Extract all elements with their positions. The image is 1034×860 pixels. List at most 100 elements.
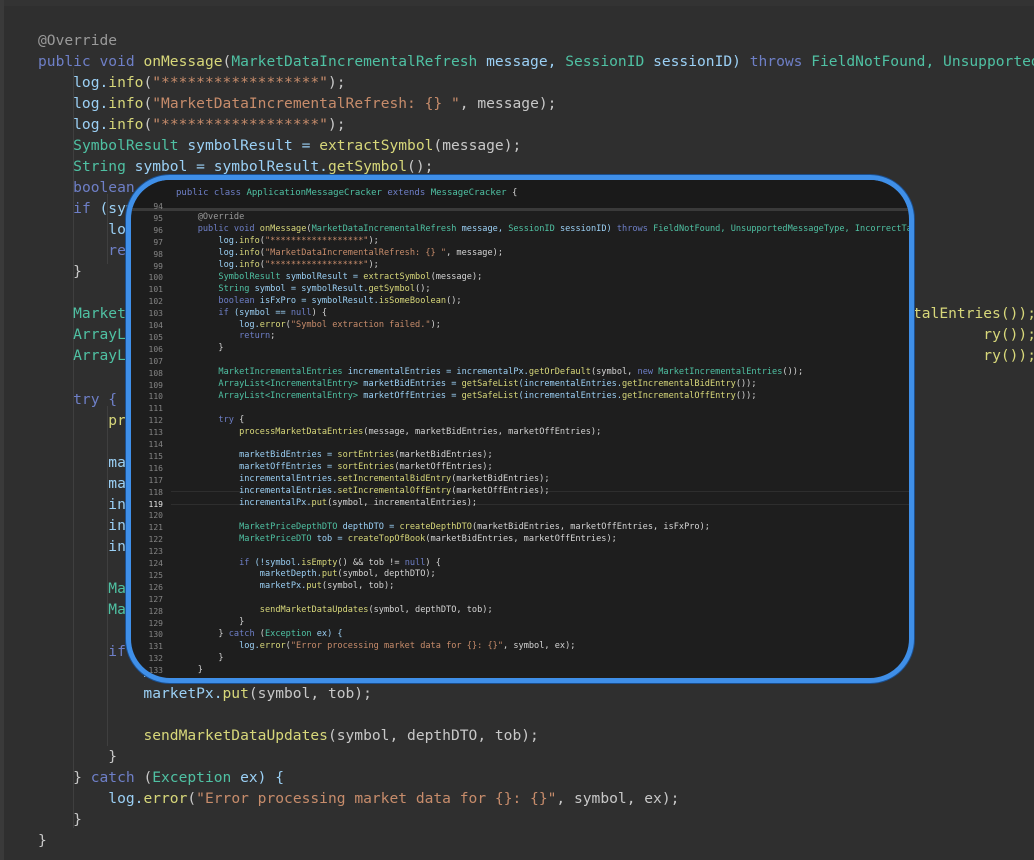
line-number: 122 bbox=[148, 535, 163, 545]
code-token: Exception bbox=[152, 769, 232, 786]
code-line: log.info("******************"); bbox=[38, 72, 345, 93]
line-number: 124 bbox=[148, 559, 163, 568]
line-number: 112 bbox=[148, 416, 163, 426]
code-token: "MarketDataIncrementalRefresh: {} " bbox=[264, 248, 447, 259]
line-number: 102 bbox=[148, 297, 163, 307]
code-token: sortEntries bbox=[337, 462, 395, 473]
code-line: try { bbox=[177, 415, 244, 426]
code-line: MarketIncrementalEntries incrementalEntr… bbox=[177, 367, 803, 378]
code-token: UnsupportedMessageType, bbox=[730, 224, 855, 235]
code-token: boolean bbox=[218, 295, 255, 306]
code-token: () && tob != bbox=[337, 557, 405, 568]
code-token: getSafeList bbox=[461, 390, 519, 401]
code-line: log.info("MarketDataIncrementalRefresh: … bbox=[177, 248, 503, 259]
code-token: (); bbox=[415, 283, 431, 294]
code-token: "Error processing market data for {}: {}… bbox=[290, 640, 503, 651]
code-token: log. bbox=[38, 95, 109, 112]
code-token: mar bbox=[38, 454, 135, 471]
line-number: 106 bbox=[148, 344, 163, 354]
code-token: marketBidEntries = bbox=[177, 450, 338, 461]
code-token: sessionID) bbox=[644, 53, 750, 70]
code-token: Mar bbox=[38, 601, 135, 618]
code-token: (incrementalEntries. bbox=[518, 379, 622, 389]
code-line: ret bbox=[38, 240, 134, 261]
code-token: marketOffEntries = bbox=[358, 390, 462, 401]
code-token: getSafeList bbox=[461, 379, 519, 389]
line-number: 105 bbox=[148, 332, 163, 342]
code-token: { bbox=[233, 414, 245, 425]
code-token: throws bbox=[616, 224, 654, 235]
code-token: tob = bbox=[311, 533, 348, 544]
code-token: null bbox=[290, 307, 312, 318]
code-token: marketPx. bbox=[177, 581, 307, 592]
code-token: (symbol, tob); bbox=[321, 581, 395, 592]
code-token: MarketIncrementalEntries bbox=[218, 367, 343, 378]
code-token: inc bbox=[38, 496, 135, 513]
code-token: "MarketDataIncrementalRefresh: {} " bbox=[152, 95, 460, 112]
code-token: processMarketDataEntries bbox=[239, 426, 364, 437]
code-token: , symbol, ex); bbox=[503, 640, 576, 651]
code-token: MarketPriceDTO bbox=[239, 533, 312, 544]
code-line: } bbox=[177, 665, 203, 676]
code-line: marketPx.put(symbol, tob); bbox=[38, 683, 372, 704]
code-line: SymbolResult symbolResult = extractSymbo… bbox=[177, 272, 482, 283]
code-token: boolean bbox=[73, 179, 135, 196]
line-number: 101 bbox=[148, 285, 163, 295]
code-token: error bbox=[259, 319, 286, 330]
line-number: 115 bbox=[148, 451, 163, 461]
code-token: info bbox=[239, 236, 260, 247]
code-token: symbolResult = bbox=[178, 137, 320, 154]
code-token: extractSymbol bbox=[319, 137, 434, 154]
code-token: log bbox=[38, 221, 135, 238]
code-token: MarketDataIncrementalRefresh bbox=[231, 53, 478, 70]
code-token: marketDepth. bbox=[177, 569, 322, 580]
code-token: (symbol, incrementalEntries); bbox=[327, 498, 478, 508]
code-token: info bbox=[108, 116, 144, 133]
code-token: createDepthDTO bbox=[399, 521, 472, 532]
code-token: MarketI bbox=[38, 305, 135, 322]
code-token: info bbox=[239, 260, 260, 270]
code-token: } bbox=[177, 343, 224, 354]
code-token: MarketIncrementalEntries bbox=[658, 367, 783, 378]
code-token: ex) { bbox=[311, 628, 343, 639]
code-line: inc bbox=[38, 494, 135, 515]
code-line: if (symbol == null) { bbox=[177, 308, 327, 319]
code-token: mar bbox=[38, 475, 135, 492]
code-token: throws bbox=[749, 53, 812, 70]
code-token: ( bbox=[143, 74, 153, 91]
code-token: symbol = symbolResult. bbox=[249, 283, 369, 294]
code-token: (symbol, tob); bbox=[248, 685, 372, 702]
code-token: symbolResult = bbox=[280, 271, 364, 282]
code-token: incrementalEntries. bbox=[177, 474, 338, 485]
code-line: } bbox=[38, 261, 82, 282]
code-token: log. bbox=[38, 74, 109, 91]
line-number: 118 bbox=[148, 487, 163, 497]
line-number: 114 bbox=[148, 440, 163, 449]
code-token: (marketOffEntries); bbox=[451, 486, 550, 497]
code-token: message, bbox=[456, 224, 509, 235]
code-line: log bbox=[38, 219, 135, 240]
code-token: catch bbox=[90, 769, 135, 786]
code-token: isSomeBoolean bbox=[378, 295, 447, 306]
code-line: incrementalEntries.setIncrementalBidEntr… bbox=[177, 474, 549, 485]
code-token: ()); bbox=[735, 390, 757, 401]
code-token: marketOffEntries = bbox=[177, 462, 338, 473]
line-number: 94 bbox=[153, 202, 163, 211]
code-token: (); bbox=[446, 295, 462, 306]
code-token: public void bbox=[38, 53, 144, 70]
code-token: error bbox=[259, 640, 286, 651]
line-number: 132 bbox=[148, 654, 163, 664]
code-line: } catch (Exception ex) { bbox=[177, 628, 343, 640]
code-token: put bbox=[311, 498, 328, 508]
code-token: } bbox=[38, 811, 82, 828]
code-token: new bbox=[637, 367, 659, 378]
code-token: message, bbox=[477, 53, 566, 70]
code-token: "******************" bbox=[152, 116, 328, 133]
code-token: (marketBidEntries, marketOffEntries); bbox=[425, 533, 617, 544]
